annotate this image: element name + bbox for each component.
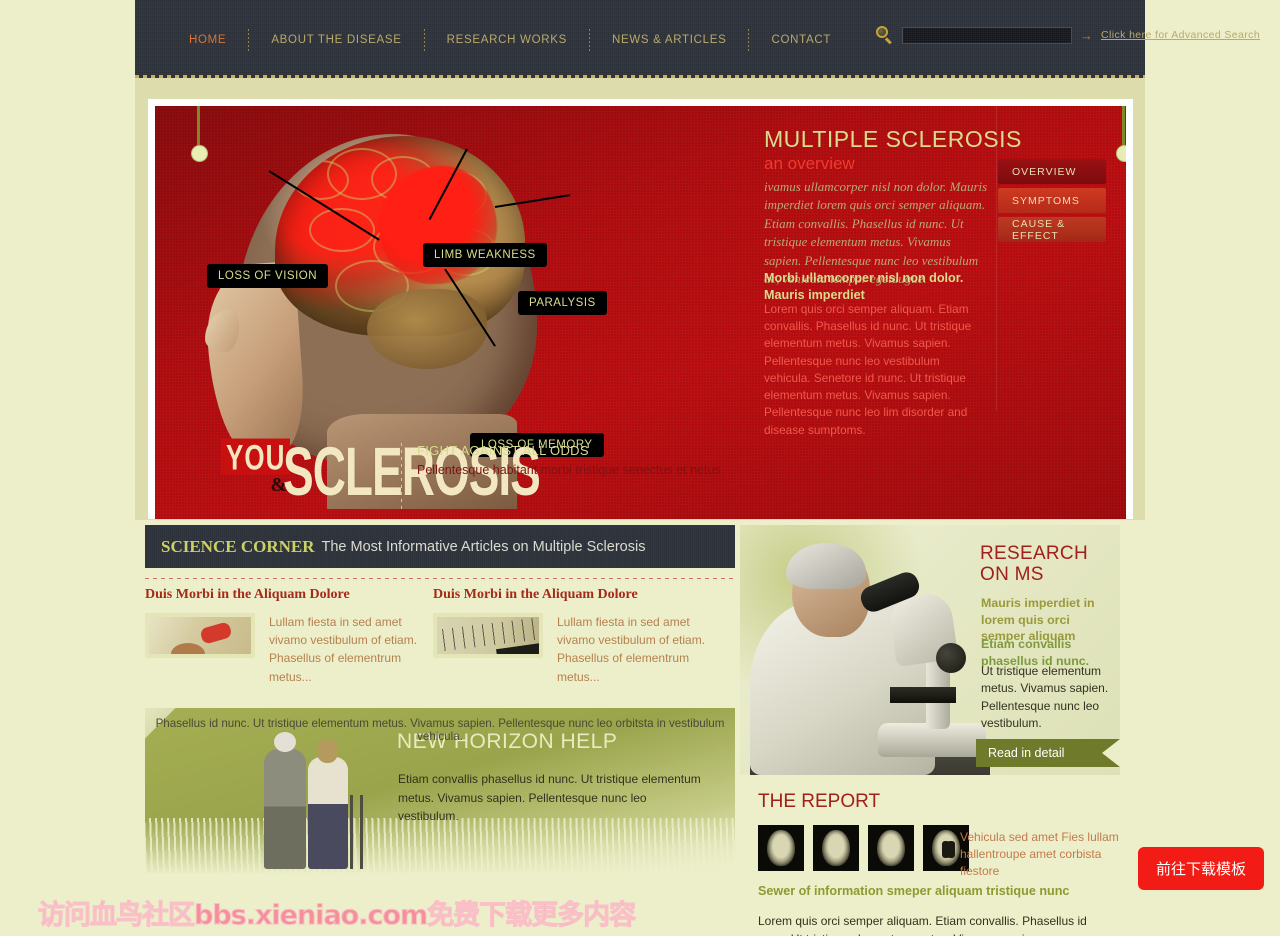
tagline-divider [401, 443, 402, 509]
search-icon[interactable] [875, 26, 893, 45]
donate-ribbon-label: DONATE [147, 708, 204, 711]
article-thumbnail-image[interactable] [145, 613, 255, 658]
label-limb-weakness: LIMB WEAKNESS [423, 243, 547, 267]
figure-man [264, 731, 306, 869]
main-navigation: HOME ABOUT THE DISEASE RESEARCH WORKS NE… [167, 29, 853, 51]
bottom-note-text: Phasellus id nunc. Ut tristique elementu… [155, 717, 725, 743]
advanced-search-link[interactable]: Click here for Advanced Search [1101, 29, 1260, 41]
main-right-column: RESEARCH ON MS Mauris imperdiet in lorem… [740, 525, 1120, 936]
hero-frame: LOSS OF VISION LIMB WEAKNESS PARALYSIS L… [148, 99, 1133, 519]
page-root: HOME ABOUT THE DISEASE RESEARCH WORKS NE… [0, 0, 1280, 936]
mri-scan-thumbnail[interactable] [813, 825, 859, 871]
site-header: HOME ABOUT THE DISEASE RESEARCH WORKS NE… [135, 0, 1260, 78]
couple-photo [250, 723, 400, 873]
scientist-hair [786, 543, 866, 589]
article-heading[interactable]: Duis Morbi in the Aliquam Dolore [145, 587, 423, 603]
new-horizon-text: Etiam convallis phasellus id nunc. Ut tr… [398, 771, 701, 824]
science-corner-subtitle: The Most Informative Articles on Multipl… [321, 538, 646, 555]
science-corner-title: SCIENCE CORNER [161, 536, 315, 556]
science-corner-header: SCIENCE CORNER The Most Informative Arti… [145, 525, 735, 568]
the-report-section: THE REPORT Vehicula sed amet Fies lullam… [740, 791, 1120, 936]
microscope-focus-knob [936, 643, 966, 673]
article-excerpt: Lullam fiesta in sed amet vivamo vestibu… [269, 615, 418, 684]
hero-section: LOSS OF VISION LIMB WEAKNESS PARALYSIS L… [135, 78, 1145, 520]
report-body-text: Lorem quis orci semper aliquam. Etiam co… [758, 914, 1087, 936]
label-loss-of-vision: LOSS OF VISION [207, 264, 329, 288]
scientist-photo [750, 537, 990, 775]
nav-item-home[interactable]: HOME [167, 34, 248, 46]
hero-panel-title: MULTIPLE SCLEROSIS [764, 126, 1022, 152]
report-green-line: Sewer of information smeper aliquam tris… [758, 884, 1070, 898]
article-body: Lullam fiesta in sed amet vivamo vestibu… [145, 613, 423, 686]
search-input[interactable] [902, 26, 1072, 44]
read-in-detail-label: Read in detail [988, 746, 1065, 760]
logo-you: YOU [221, 438, 291, 475]
mri-scan-thumbnail[interactable] [758, 825, 804, 871]
nav-item-research-works[interactable]: RESEARCH WORKS [425, 34, 589, 46]
article-list: Duis Morbi in the Aliquam Dolore Lullam … [145, 587, 735, 686]
label-paralysis: PARALYSIS [518, 291, 607, 315]
hero-pin-left-icon [191, 106, 208, 162]
hero-panel-body: Lorem quis orci semper aliquam. Etiam co… [764, 302, 972, 437]
tagline-title: FIGHT AGAINST ALL ODDS [417, 443, 589, 458]
list-item[interactable]: Duis Morbi in the Aliquam Dolore Lullam … [145, 587, 433, 686]
research-title: RESEARCH ON MS [980, 543, 1088, 586]
report-title: THE REPORT [758, 791, 881, 812]
tab-overview[interactable]: OVERVIEW [998, 159, 1106, 184]
hero-panel-tabs: OVERVIEW SYMPTOMS CAUSE & EFFECT [998, 159, 1106, 246]
cane-icon [350, 794, 353, 869]
list-item[interactable]: Duis Morbi in the Aliquam Dolore Lullam … [433, 587, 721, 686]
research-body: Ut tristique elementum metus. Vivamus sa… [981, 664, 1109, 731]
article-thumbnail-image[interactable] [433, 613, 543, 658]
hero-banner: LOSS OF VISION LIMB WEAKNESS PARALYSIS L… [155, 106, 1126, 519]
mri-scan-thumbnail[interactable] [868, 825, 914, 871]
cerebellum-shape [367, 289, 487, 369]
hero-pin-right-icon [1116, 106, 1126, 162]
main-left-column: SCIENCE CORNER The Most Informative Arti… [145, 525, 735, 873]
report-side-text: Vehicula sed amet Fies lullam hallentrou… [960, 830, 1119, 878]
research-title-line2: ON MS [980, 564, 1044, 586]
cane-icon [360, 794, 363, 869]
nav-item-news-articles[interactable]: NEWS & ARTICLES [590, 34, 748, 46]
microscope-stage [890, 687, 956, 703]
divider-dashed [145, 578, 735, 579]
grass-decoration [145, 817, 735, 873]
nav-item-contact[interactable]: CONTACT [749, 34, 853, 46]
nav-item-about-the-disease[interactable]: ABOUT THE DISEASE [249, 34, 423, 46]
research-on-ms-card: RESEARCH ON MS Mauris imperdiet in lorem… [740, 525, 1120, 775]
hero-panel-bold-heading: Morbi ullamcorper nisl non dolor. Mauris… [764, 271, 964, 302]
tagline-subtitle: Pellentesque habitant morbi tristique se… [417, 463, 721, 477]
hero-tagline: FIGHT AGAINST ALL ODDS Pellentesque habi… [417, 443, 721, 477]
article-heading[interactable]: Duis Morbi in the Aliquam Dolore [433, 587, 711, 603]
search-submit-arrow-icon[interactable]: → [1080, 28, 1093, 43]
article-excerpt: Lullam fiesta in sed amet vivamo vestibu… [557, 615, 706, 684]
search-area: → Click here for Advanced Search [875, 26, 1260, 45]
figure-woman [308, 738, 348, 869]
watermark-text: 访问血鸟社区bbs.xieniao.com免费下载更多内容 [37, 900, 636, 932]
tab-cause-and-effect[interactable]: CAUSE & EFFECT [998, 217, 1106, 242]
article-body: Lullam fiesta in sed amet vivamo vestibu… [433, 613, 711, 686]
download-template-button[interactable]: 前往下载模板 [1137, 847, 1264, 890]
research-title-line1: RESEARCH [980, 543, 1088, 564]
hero-brand-bar: YOU & SCLEROSIS FIGHT AGAINST ALL ODDS P… [155, 431, 1126, 519]
hero-panel-subtitle: an overview [764, 154, 855, 173]
tab-symptoms[interactable]: SYMPTOMS [998, 188, 1106, 213]
read-in-detail-button[interactable]: Read in detail [976, 739, 1120, 767]
